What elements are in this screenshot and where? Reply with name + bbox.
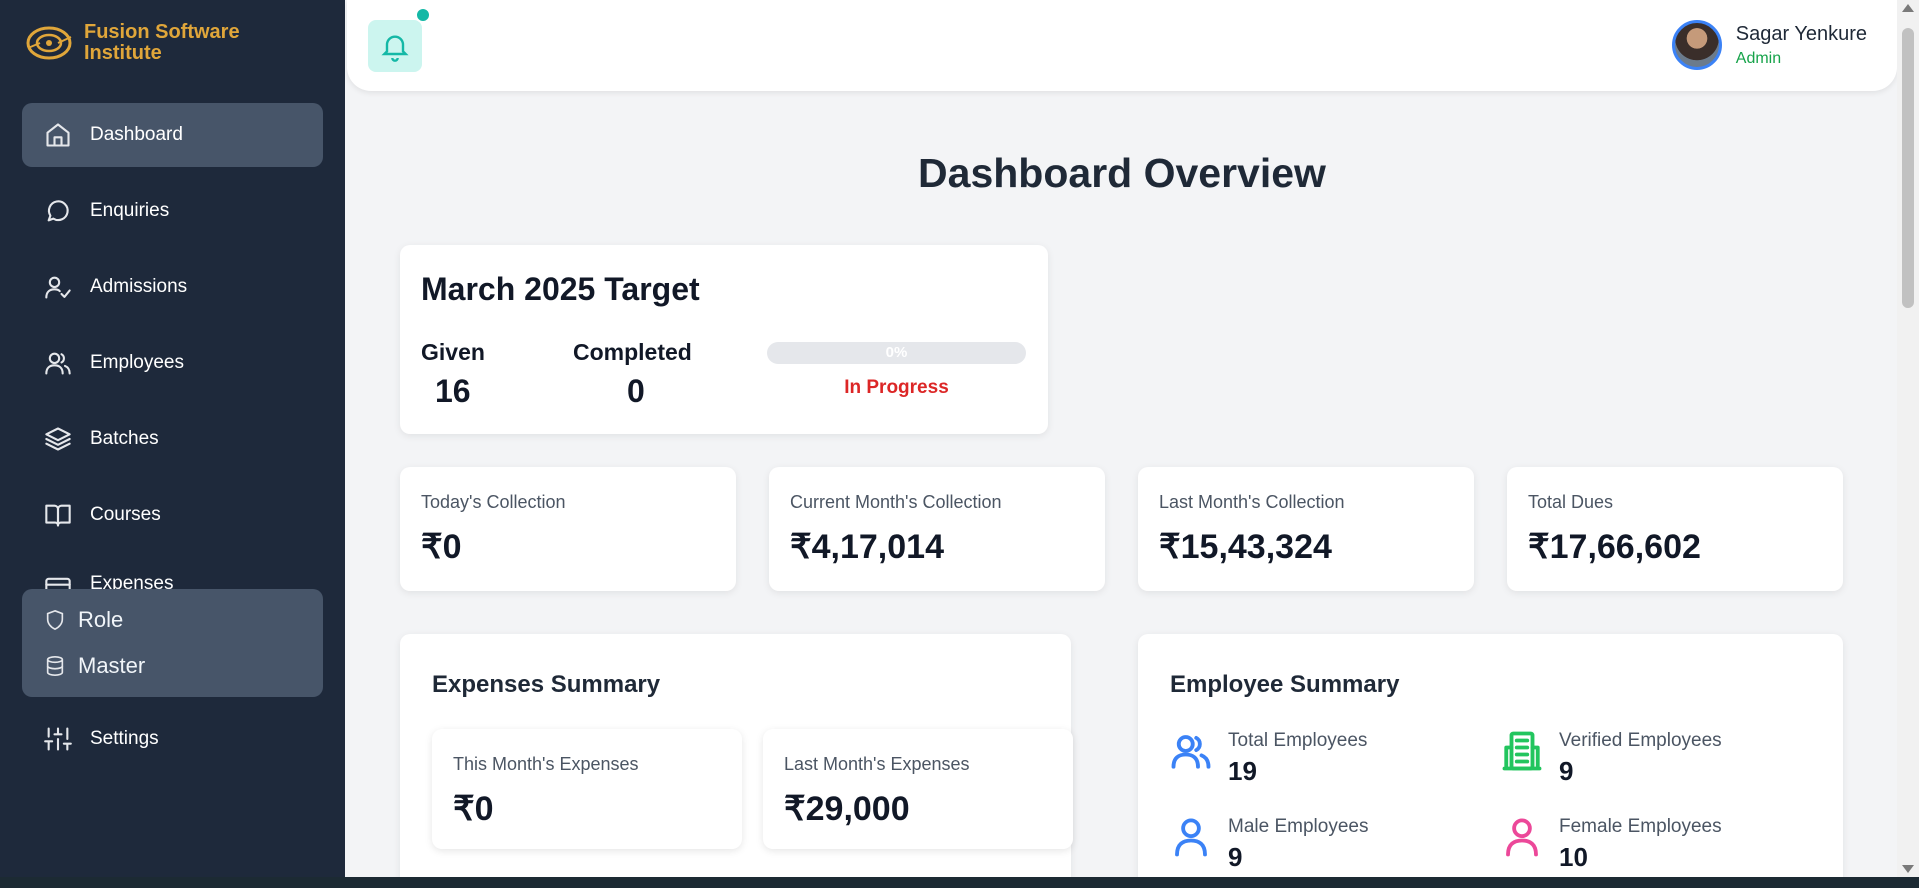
female-employees-stat: Female Employees 10 [1501, 816, 1722, 873]
scroll-up-arrow-icon[interactable] [1902, 4, 1914, 12]
sidebar-item-employees[interactable]: Employees [22, 331, 323, 395]
target-status: In Progress [844, 377, 949, 398]
sidebar-item-label: Admissions [90, 276, 188, 297]
submenu-item-label: Role [78, 607, 124, 632]
user-profile[interactable]: Sagar Yenkure Admin [1671, 20, 1867, 70]
sidebar-item-admissions[interactable]: Admissions [22, 255, 323, 319]
page-scrollbar[interactable] [1897, 0, 1919, 877]
user-name: Sagar Yenkure [1735, 22, 1867, 45]
sidebar: Fusion Software Institute Dashboard Enqu… [0, 0, 345, 877]
sidebar-item-label: Batches [90, 428, 159, 449]
stat-label: Today's Collection [421, 492, 566, 512]
user-check-icon [44, 273, 72, 301]
topbar: Sagar Yenkure Admin [347, 0, 1897, 91]
emp-value: 10 [1559, 842, 1588, 872]
emp-value: 9 [1228, 842, 1243, 872]
sidebar-item-label: Employees [90, 352, 184, 373]
home-icon [44, 121, 72, 149]
employee-summary-title: Employee Summary [1170, 671, 1400, 698]
total-dues-card: Total Dues ₹17,66,602 [1507, 467, 1843, 591]
expenses-summary-card: Expenses Summary This Month's Expenses ₹… [400, 634, 1073, 888]
verified-employees-stat: Verified Employees 9 [1501, 730, 1722, 787]
brand[interactable]: Fusion Software Institute [24, 20, 264, 66]
emp-label: Female Employees [1559, 816, 1722, 837]
sidebar-item-courses[interactable]: Courses [22, 483, 323, 547]
stat-label: This Month's Expenses [453, 754, 639, 774]
sidebar-item-label: Settings [90, 728, 159, 749]
settings-submenu: Role Master [22, 589, 323, 697]
avatar [1671, 20, 1722, 70]
this-month-expenses-card: This Month's Expenses ₹0 [432, 729, 742, 849]
bell-icon [381, 35, 409, 62]
brand-name: Fusion Software Institute [84, 21, 240, 64]
scroll-down-arrow-icon[interactable] [1902, 865, 1914, 873]
submenu-item-label: Master [78, 653, 146, 678]
submenu-item-role[interactable]: Role [22, 597, 323, 643]
completed-value: 0 [627, 373, 645, 409]
emp-value: 19 [1228, 756, 1257, 786]
emp-value: 9 [1559, 756, 1574, 786]
total-employees-stat: Total Employees 19 [1170, 730, 1367, 787]
given-label: Given [421, 339, 485, 365]
target-card: March 2025 Target Given 16 Completed 0 0… [400, 245, 1048, 434]
current-month-collection-card: Current Month's Collection ₹4,17,014 [769, 467, 1105, 591]
stat-value: ₹4,17,014 [790, 528, 944, 566]
employee-summary-card: Employee Summary Total Employees 19 Veri… [1138, 634, 1843, 888]
completed-label: Completed [573, 339, 692, 365]
stat-value: ₹15,43,324 [1159, 528, 1332, 566]
users-icon [44, 349, 72, 377]
layers-icon [44, 425, 72, 453]
emp-label: Male Employees [1228, 816, 1369, 837]
sidebar-item-batches[interactable]: Batches [22, 407, 323, 471]
sidebar-item-enquiries[interactable]: Enquiries [22, 179, 323, 243]
user-icon [1175, 818, 1207, 857]
last-month-collection-card: Last Month's Collection ₹15,43,324 [1138, 467, 1474, 591]
sidebar-item-label: Dashboard [90, 124, 183, 145]
expenses-summary-title: Expenses Summary [432, 671, 661, 698]
sidebar-item-settings[interactable]: Settings [22, 707, 323, 771]
stat-label: Last Month's Collection [1159, 492, 1345, 512]
emp-label: Total Employees [1228, 730, 1368, 751]
male-employees-stat: Male Employees 9 [1170, 816, 1368, 873]
sidebar-item-dashboard[interactable]: Dashboard [22, 103, 323, 167]
stat-label: Total Dues [1528, 492, 1614, 512]
target-title: March 2025 Target [421, 271, 700, 307]
stat-label: Last Month's Expenses [784, 754, 970, 774]
page-title: Dashboard Overview [918, 150, 1326, 196]
scroll-thumb[interactable] [1902, 28, 1914, 308]
user-icon [1506, 818, 1538, 857]
sidebar-item-label: Enquiries [90, 200, 170, 221]
stat-value: ₹29,000 [784, 790, 910, 828]
brand-logo-icon [26, 26, 72, 60]
chat-icon [44, 197, 72, 225]
shield-icon [46, 609, 64, 631]
database-icon [46, 656, 64, 676]
sliders-icon [44, 725, 72, 753]
submenu-item-master[interactable]: Master [22, 643, 323, 689]
taskbar [0, 877, 1919, 888]
target-progress-bar: 0% [767, 342, 1026, 364]
users-icon [1171, 735, 1211, 769]
last-month-expenses-card: Last Month's Expenses ₹29,000 [763, 729, 1073, 849]
user-role: Admin [1735, 49, 1782, 67]
sidebar-item-label: Courses [90, 504, 161, 525]
book-icon [44, 501, 72, 529]
stat-label: Current Month's Collection [790, 492, 1002, 512]
stat-value: ₹17,66,602 [1528, 528, 1701, 566]
notification-indicator [415, 7, 431, 23]
emp-label: Verified Employees [1559, 730, 1722, 751]
progress-percent: 0% [885, 344, 908, 361]
stat-value: ₹0 [453, 790, 494, 828]
notifications-button[interactable] [368, 20, 422, 72]
given-value: 16 [435, 373, 471, 409]
todays-collection-card: Today's Collection ₹0 [400, 467, 736, 591]
building-icon [1502, 731, 1542, 771]
stat-value: ₹0 [421, 528, 462, 566]
